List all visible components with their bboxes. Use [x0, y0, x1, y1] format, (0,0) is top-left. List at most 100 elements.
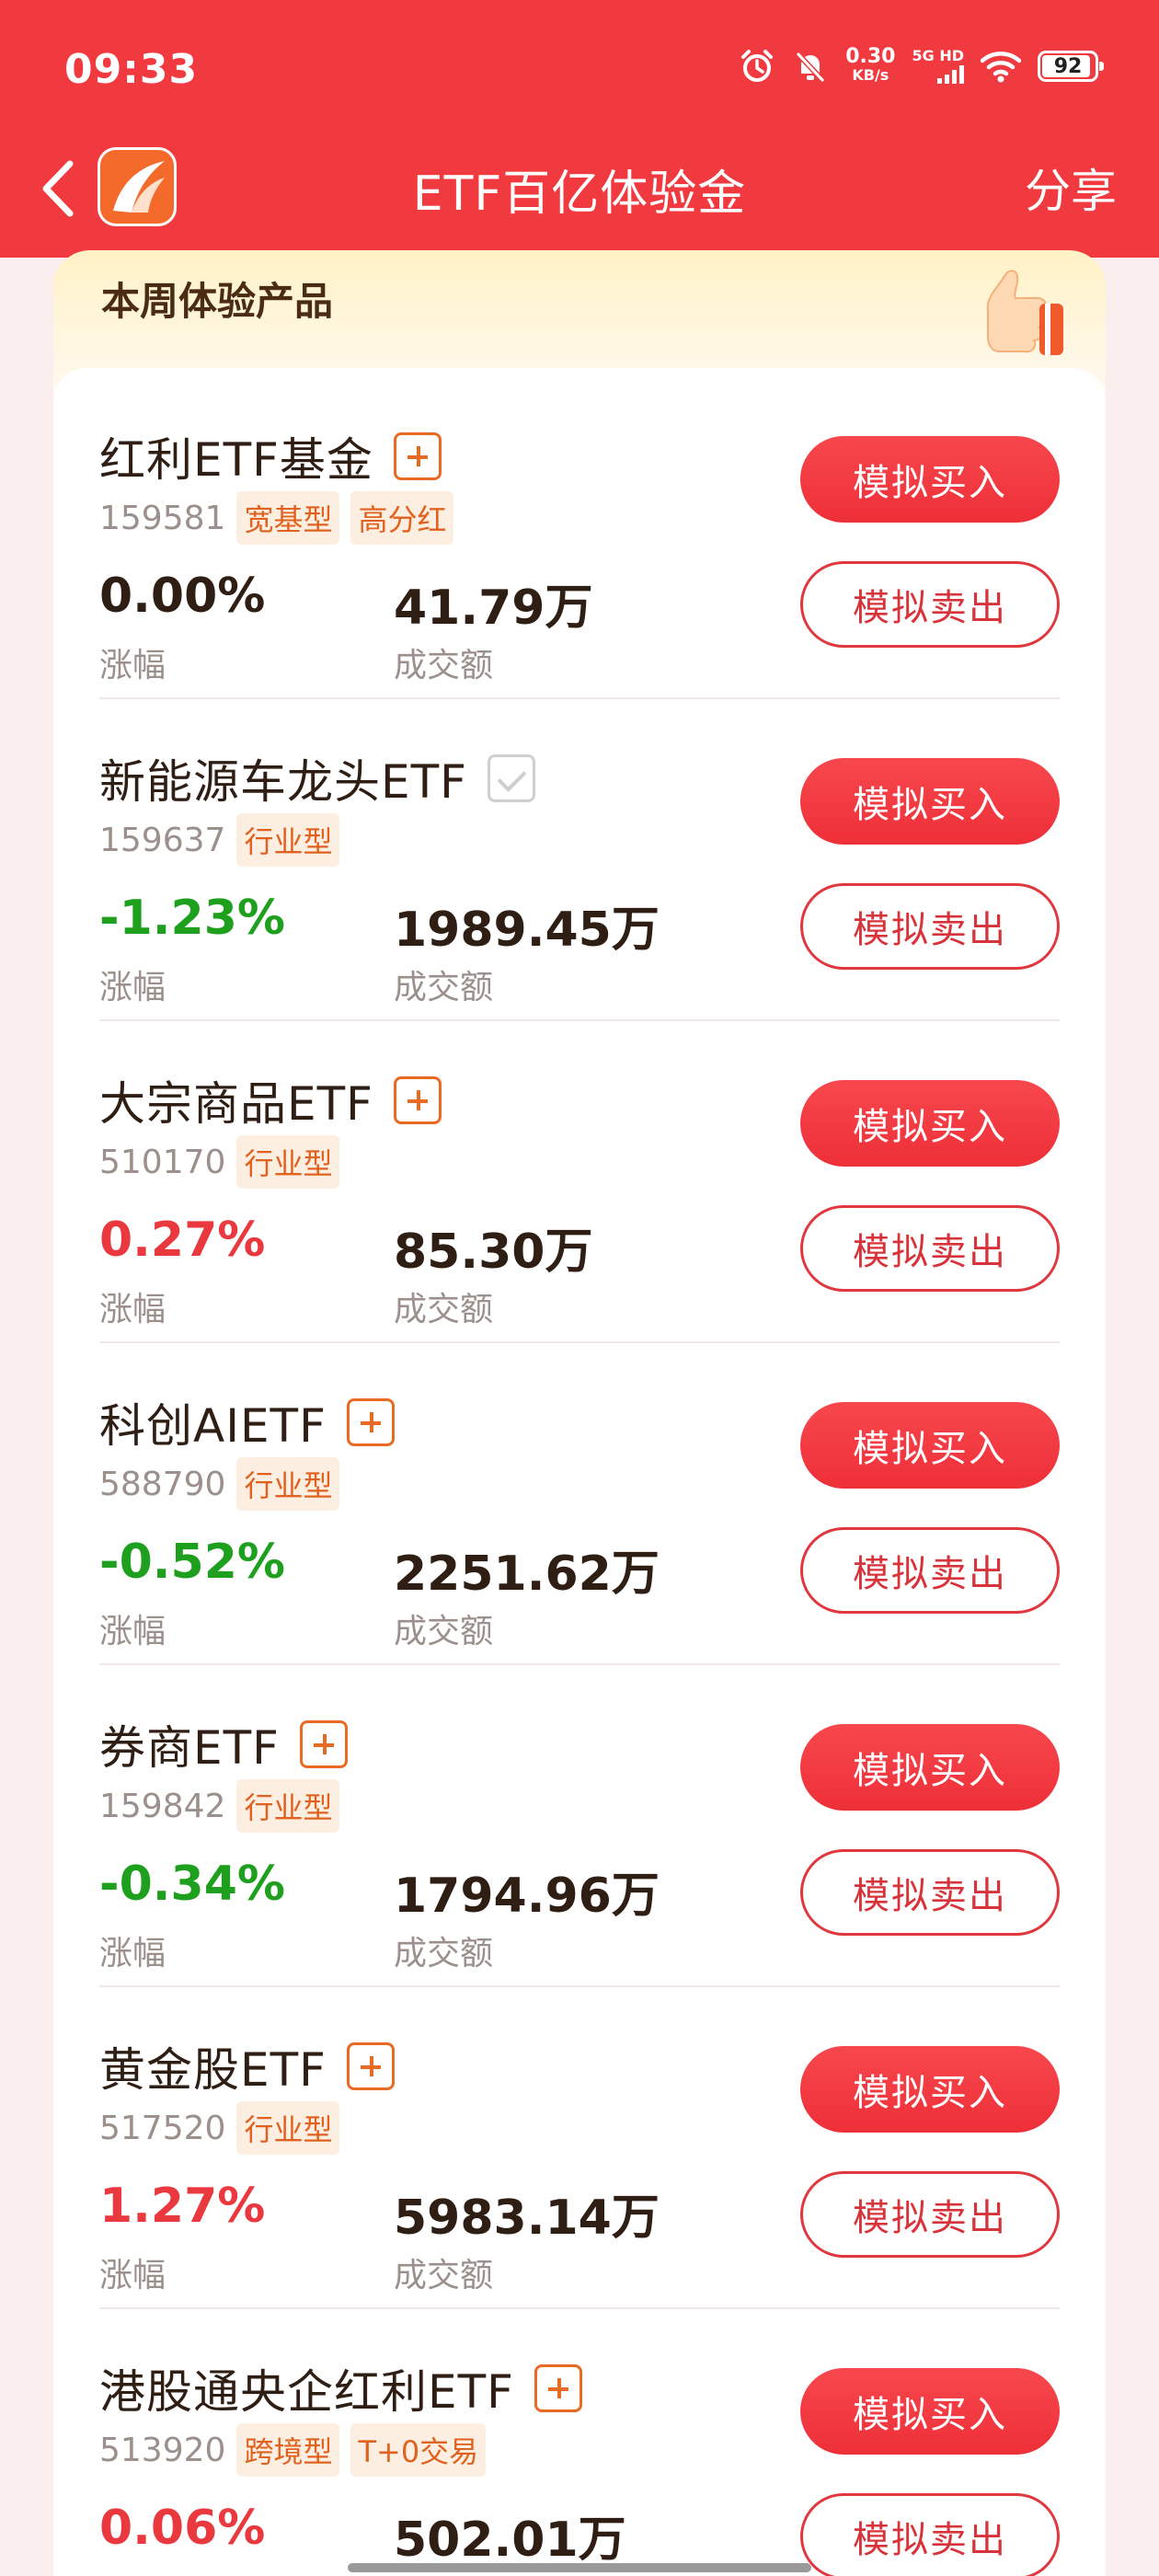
product-name[interactable]: 大宗商品ETF: [99, 1067, 373, 1133]
simulate-buy-button[interactable]: 模拟买入: [800, 1402, 1060, 1489]
product-code: 159842: [99, 1787, 226, 1825]
product-tag: 行业型: [236, 1135, 340, 1189]
change-value: 0.00%: [99, 569, 266, 624]
product-name[interactable]: 红利ETF基金: [99, 423, 373, 489]
product-name[interactable]: 黄金股ETF: [99, 2033, 327, 2099]
product-tag: T+0交易: [350, 2423, 487, 2477]
change-value: 0.06%: [99, 2501, 266, 2556]
app-header: 09:33 0.30 KB/s 5G HD 92 ETF百亿体验金 分享: [0, 0, 1159, 258]
cell-signal: 5G HD: [912, 49, 964, 84]
mute-bell-icon: [796, 51, 826, 84]
signal-label: 5G HD: [912, 47, 964, 64]
volume-value: 85.30万: [394, 1225, 593, 1280]
product-code-row: 510170 行业型: [99, 1135, 340, 1189]
change-value: -0.34%: [99, 1857, 285, 1912]
product-code: 159637: [99, 821, 226, 859]
product-code-row: 588790 行业型: [99, 1457, 340, 1511]
product-tag: 行业型: [236, 2101, 340, 2155]
product-item[interactable]: 红利ETF基金 159581 宽基型 高分红 0.00% 涨幅 41.79万 成交额 模拟买入模…: [99, 377, 1060, 699]
product-item[interactable]: 科创AIETF 588790 行业型 -0.52% 涨幅 2251.62万 成交额 模拟买入模…: [99, 1343, 1060, 1665]
product-item[interactable]: 大宗商品ETF 510170 行业型 0.27% 涨幅 85.30万成交额 模拟买入模拟卖出: [99, 1021, 1060, 1343]
simulate-buy-button[interactable]: 模拟买入: [800, 436, 1060, 523]
network-speed: 0.30 KB/s: [845, 45, 896, 85]
add-watchlist-icon[interactable]: [393, 432, 442, 480]
wifi-icon: [981, 52, 1021, 83]
battery-icon: 92: [1038, 51, 1104, 82]
simulate-buy-button[interactable]: 模拟买入: [800, 1080, 1060, 1167]
alarm-icon: [741, 50, 774, 82]
product-name[interactable]: 券商ETF: [99, 1711, 280, 1777]
change-label: 涨幅: [99, 647, 166, 684]
home-indicator[interactable]: [348, 2563, 811, 2572]
volume-label: 成交额: [394, 2257, 494, 2294]
product-tag: 行业型: [236, 1457, 340, 1511]
simulate-buy-button[interactable]: 模拟买入: [800, 1724, 1060, 1811]
product-code-row: 159842 行业型: [99, 1779, 340, 1833]
product-code-row: 513920 跨境型 T+0交易: [99, 2423, 487, 2477]
network-speed-value: 0.30: [845, 45, 896, 68]
product-tag: 跨境型: [236, 2423, 340, 2477]
product-code: 588790: [99, 1465, 226, 1503]
product-name[interactable]: 港股通央企红利ETF: [99, 2355, 514, 2421]
product-code-row: 159581 宽基型 高分红: [99, 491, 454, 545]
volume-label: 成交额: [394, 1935, 494, 1972]
product-tag: 行业型: [236, 813, 340, 867]
product-code-row: 159637 行业型: [99, 813, 340, 867]
change-label: 涨幅: [99, 1291, 166, 1328]
add-watchlist-icon[interactable]: [346, 1398, 395, 1446]
product-code: 159581: [99, 499, 226, 537]
add-watchlist-icon[interactable]: [393, 1076, 442, 1124]
status-icons: 0.30 KB/s 5G HD 92: [739, 45, 1104, 85]
product-name-row: 港股通央企红利ETF: [99, 2355, 582, 2421]
product-name-row: 新能源车龙头ETF: [99, 745, 535, 811]
product-name-row: 科创AIETF: [99, 1389, 395, 1455]
add-watchlist-icon[interactable]: [534, 2364, 582, 2412]
share-button[interactable]: 分享: [1025, 155, 1117, 221]
product-name-row: 券商ETF: [99, 1711, 348, 1777]
add-watchlist-icon[interactable]: [346, 2042, 395, 2090]
simulate-buy-button[interactable]: 模拟买入: [800, 2046, 1060, 2133]
volume-label: 成交额: [394, 647, 494, 684]
product-code: 517520: [99, 2109, 226, 2147]
volume-label: 成交额: [394, 1291, 494, 1328]
change-value: 1.27%: [99, 2179, 266, 2234]
added-check-icon[interactable]: [487, 754, 535, 802]
simulate-sell-button[interactable]: 模拟卖出: [800, 1849, 1060, 1936]
product-tag: 高分红: [350, 491, 454, 545]
product-item[interactable]: 港股通央企红利ETF513920跨境型T+0交易0.06%涨幅502.01万成交…: [99, 2309, 1060, 2576]
simulate-sell-button[interactable]: 模拟卖出: [800, 2171, 1060, 2258]
section-title: 本周体验产品: [101, 270, 371, 332]
product-tag: 宽基型: [236, 491, 340, 545]
product-name-row: 黄金股ETF: [99, 2033, 395, 2099]
product-name[interactable]: 科创AIETF: [99, 1389, 327, 1455]
product-item[interactable]: 券商ETF 159842 行业型 -0.34% 涨幅 1794.96万 成交额 模拟买入 模拟卖…: [99, 1665, 1060, 1987]
page-title: ETF百亿体验金: [412, 167, 747, 222]
signal-bars-icon: [937, 65, 964, 84]
change-value: 0.27%: [99, 1213, 266, 1268]
volume-value: 1989.45万: [394, 903, 660, 958]
status-bar: 09:33 0.30 KB/s 5G HD 92: [0, 0, 1159, 138]
volume-value: 2251.62万: [394, 1547, 660, 1602]
product-item[interactable]: 黄金股ETF 517520 行业型 1.27% 涨幅 5983.14万 成交额 模拟买入 模拟卖…: [99, 1987, 1060, 2309]
nav-bar: ETF百亿体验金 分享: [0, 138, 1159, 258]
product-name-row: 大宗商品ETF: [99, 1067, 442, 1133]
product-code: 510170: [99, 1143, 226, 1181]
simulate-sell-button[interactable]: 模拟卖出: [800, 1527, 1060, 1614]
status-time: 09:33: [64, 46, 199, 93]
simulate-sell-button[interactable]: 模拟卖出: [800, 883, 1060, 970]
volume-label: 成交额: [394, 1613, 494, 1650]
add-watchlist-icon[interactable]: [299, 1720, 348, 1768]
change-label: 涨幅: [99, 2570, 166, 2576]
volume-value: 5983.14万: [394, 2191, 660, 2246]
simulate-sell-button[interactable]: 模拟卖出: [800, 561, 1060, 648]
simulate-buy-button[interactable]: 模拟买入: [800, 2368, 1060, 2455]
network-speed-unit: KB/s: [852, 66, 889, 84]
change-label: 涨幅: [99, 1935, 166, 1972]
product-item[interactable]: 新能源车龙头ETF 159637 行业型 -1.23% 涨幅 1989.45万 成交额 模拟买…: [99, 699, 1060, 1021]
battery-level: 92: [1053, 54, 1083, 78]
simulate-sell-button[interactable]: 模拟卖出: [800, 1205, 1060, 1292]
simulate-sell-button[interactable]: 模拟卖出: [800, 2493, 1060, 2576]
product-name[interactable]: 新能源车龙头ETF: [99, 745, 467, 811]
change-label: 涨幅: [99, 969, 166, 1006]
simulate-buy-button[interactable]: 模拟买入: [800, 758, 1060, 845]
